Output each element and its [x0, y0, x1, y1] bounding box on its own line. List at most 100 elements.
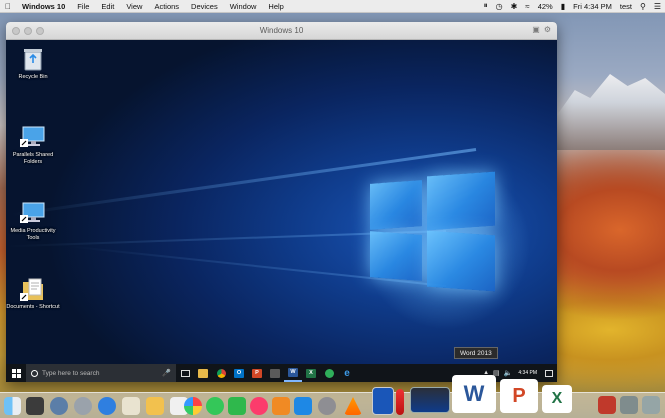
battery-icon[interactable]: ▮: [557, 2, 569, 11]
taskbar-app-powerpoint[interactable]: P: [248, 364, 266, 382]
windows-logo-pane: [427, 171, 495, 231]
minimize-button[interactable]: [24, 27, 32, 35]
taskbar-app-word[interactable]: W: [284, 364, 302, 382]
taskbar-app-chrome[interactable]: [212, 364, 230, 382]
menu-actions[interactable]: Actions: [148, 2, 185, 11]
desktop-icon-recycle-bin[interactable]: Recycle Bin: [6, 46, 62, 81]
recycle-bin-icon: [20, 46, 46, 72]
notification-center-icon[interactable]: ☰: [650, 2, 665, 11]
dock-parallels-icon[interactable]: [396, 389, 404, 415]
dock-facetime-icon[interactable]: [228, 397, 246, 415]
close-button[interactable]: [12, 27, 20, 35]
cortana-circle-icon: [31, 369, 38, 377]
dock-rocket-icon[interactable]: [74, 397, 92, 415]
taskbar-tooltip: Word 2013: [454, 347, 498, 359]
taskbar-app-file-explorer[interactable]: [194, 364, 212, 382]
documents-folder-icon: [20, 276, 46, 302]
tray-volume-icon[interactable]: 🔈: [502, 369, 515, 377]
dock-photos-icon[interactable]: [184, 397, 202, 415]
dock-windows-vm-icon[interactable]: [372, 387, 394, 415]
zoom-button[interactable]: [36, 27, 44, 35]
menu-window[interactable]: Window: [224, 2, 263, 11]
vm-window-titlebar[interactable]: Windows 10 ▣ ⚙: [6, 22, 557, 40]
desktop-icon-label: Parallels Shared Folders: [12, 152, 54, 165]
windows-logo-pane: [370, 231, 422, 281]
coherence-icon[interactable]: ▣: [532, 25, 540, 34]
mac-menu-bar:  Windows 10 File Edit View Actions Devi…: [0, 0, 665, 13]
desktop-icon-label: Media Productivity Tools: [10, 228, 56, 241]
taskbar-app-outlook[interactable]: O: [230, 364, 248, 382]
action-center-icon[interactable]: [545, 369, 553, 377]
battery-percentage: 42%: [537, 1, 553, 11]
dock-trash-icon[interactable]: [642, 396, 660, 414]
dock-downloads-icon[interactable]: [620, 396, 638, 414]
dock-word-icon[interactable]: W: [452, 375, 496, 413]
store-icon: [324, 368, 334, 378]
dock-launchpad-icon[interactable]: [50, 397, 68, 415]
mac-dock: W P X: [0, 375, 665, 418]
dock-folder-icon[interactable]: [598, 396, 616, 414]
monitor-icon: [20, 124, 46, 150]
dock-finder-icon[interactable]: [4, 397, 21, 415]
dock-notes-icon[interactable]: [146, 397, 164, 415]
menu-app-name[interactable]: Windows 10: [16, 2, 71, 11]
desktop-icon-parallels-shared-folders[interactable]: Parallels Shared Folders: [6, 124, 62, 166]
taskbar-search-box[interactable]: Type here to search 🎤: [26, 364, 176, 382]
windows-logo-icon: [11, 368, 21, 378]
dock-books-icon[interactable]: [272, 397, 290, 415]
taskbar-app-store[interactable]: [320, 364, 338, 382]
desktop-icon-documents-shortcut[interactable]: Documents - Shortcut: [6, 276, 62, 311]
desktop-icon-media-productivity-tools[interactable]: Media Productivity Tools: [6, 200, 62, 242]
taskbar-app-excel[interactable]: X: [302, 364, 320, 382]
menu-file[interactable]: File: [71, 2, 95, 11]
outlook-icon: O: [234, 368, 244, 378]
windows-start-button[interactable]: [6, 364, 26, 382]
menu-edit[interactable]: Edit: [95, 2, 120, 11]
wifi-icon[interactable]: ≈: [521, 2, 533, 11]
menu-devices[interactable]: Devices: [185, 2, 224, 11]
monitor-icon: [20, 200, 46, 226]
word-icon: W: [463, 381, 485, 406]
parallels-status-icon[interactable]: ⏸: [480, 1, 492, 11]
windows-logo-pane: [427, 230, 495, 292]
apple-menu-icon[interactable]: : [0, 2, 16, 11]
task-view-button[interactable]: [176, 364, 194, 382]
dock-system-preferences-icon[interactable]: [318, 397, 336, 415]
dock-excel-icon[interactable]: X: [542, 385, 572, 413]
microphone-icon[interactable]: 🎤: [162, 369, 171, 377]
dock-vm-thumbnail[interactable]: [410, 387, 450, 413]
search-placeholder: Type here to search: [42, 369, 100, 377]
menu-view[interactable]: View: [120, 2, 148, 11]
clock-status-icon[interactable]: ◷: [492, 2, 507, 11]
edge-icon: e: [344, 367, 350, 379]
dock-safari-icon[interactable]: [98, 397, 116, 415]
windows-desktop: Recycle Bin Parallels Shared Folders Med…: [6, 40, 557, 364]
spotlight-search-icon[interactable]: ⚲: [636, 2, 650, 11]
dock-mail-icon[interactable]: [122, 397, 140, 415]
dock-messages-icon[interactable]: [206, 397, 224, 415]
excel-icon: X: [306, 368, 316, 378]
powerpoint-icon: P: [252, 368, 262, 378]
taskbar-clock-time: 4:34 PM: [518, 370, 537, 376]
dock-powerpoint-icon[interactable]: P: [500, 379, 538, 413]
chrome-icon: [216, 368, 226, 378]
dock-vlc-icon[interactable]: [344, 397, 362, 415]
menu-bar-status-area: ⏸ ◷ ✱ ≈ 42% ▮ Fri 4:34 PM test ⚲ ☰: [480, 1, 665, 11]
dock-app-store-icon[interactable]: [294, 397, 312, 415]
powerpoint-icon: P: [512, 384, 526, 407]
taskbar-clock[interactable]: 4:34 PM: [514, 370, 541, 376]
dock-siri-icon[interactable]: [26, 397, 44, 415]
menu-bar-user[interactable]: test: [616, 2, 636, 11]
desktop-icon-label: Documents - Shortcut: [6, 304, 60, 310]
media-icon: [270, 368, 280, 378]
task-view-icon: [180, 369, 190, 377]
menu-bar-clock[interactable]: Fri 4:34 PM: [569, 2, 616, 11]
menu-help[interactable]: Help: [262, 2, 289, 11]
settings-gear-icon[interactable]: ⚙: [544, 25, 551, 34]
dock-music-icon[interactable]: [250, 397, 268, 415]
taskbar-app-media[interactable]: [266, 364, 284, 382]
bluetooth-icon[interactable]: ✱: [507, 2, 522, 11]
taskbar-app-edge[interactable]: e: [338, 364, 356, 382]
windows-vm-window: Windows 10 ▣ ⚙ Recycle Bin Parallels Sha…: [6, 22, 557, 382]
windows-logo-pane: [370, 180, 422, 230]
